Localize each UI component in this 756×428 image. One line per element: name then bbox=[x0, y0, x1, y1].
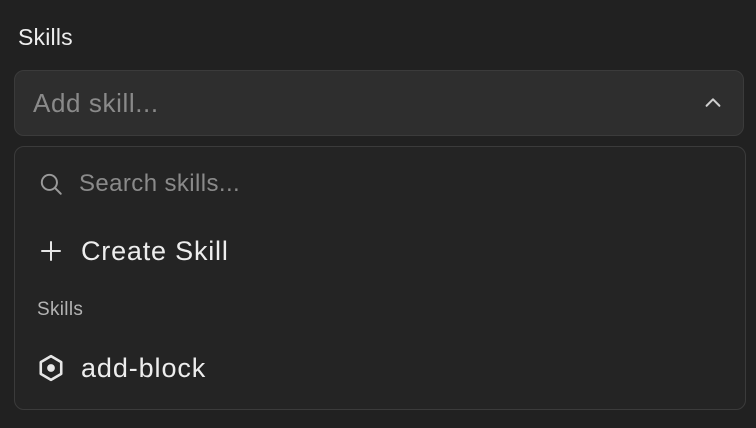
skills-dropdown: Create Skill Skills add-block bbox=[14, 146, 746, 410]
search-skills-input[interactable] bbox=[79, 170, 723, 198]
add-skill-select[interactable]: Add skill... bbox=[14, 70, 744, 136]
search-row bbox=[37, 167, 723, 201]
skill-option-label: add-block bbox=[81, 352, 207, 383]
plus-icon bbox=[37, 237, 65, 265]
skill-option-add-block[interactable]: add-block bbox=[37, 347, 723, 389]
select-placeholder: Add skill... bbox=[33, 87, 159, 118]
create-skill-button[interactable]: Create Skill bbox=[37, 231, 723, 271]
create-skill-label: Create Skill bbox=[81, 235, 229, 266]
search-icon bbox=[37, 170, 65, 198]
skills-field-label: Skills bbox=[18, 24, 73, 50]
skills-group-heading: Skills bbox=[37, 299, 84, 320]
chevron-up-icon[interactable] bbox=[701, 91, 725, 115]
hexagon-icon bbox=[37, 354, 65, 382]
